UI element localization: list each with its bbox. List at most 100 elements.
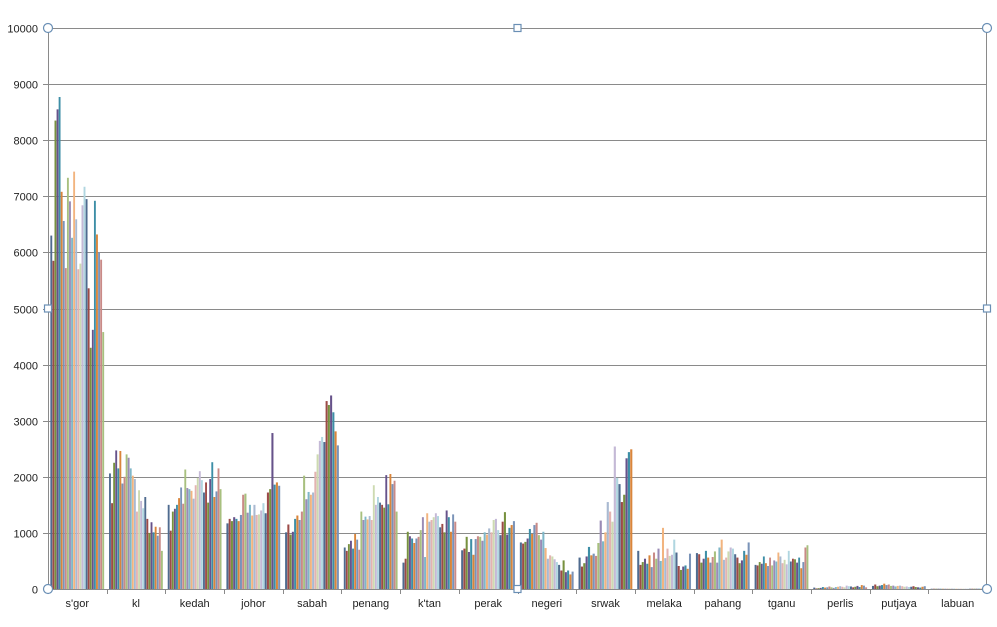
category-label: perlis <box>827 598 854 610</box>
bar <box>109 473 111 589</box>
bar <box>583 563 586 589</box>
bar <box>773 560 776 589</box>
bar <box>506 534 509 589</box>
resize-handle-side[interactable] <box>513 23 522 33</box>
bar <box>819 587 822 589</box>
bar <box>767 566 769 589</box>
bar <box>200 480 203 589</box>
bar <box>52 260 55 589</box>
bar <box>585 556 588 589</box>
bar <box>611 521 614 589</box>
bar <box>623 494 626 589</box>
bar <box>627 452 630 589</box>
bar <box>896 585 899 589</box>
bar <box>889 585 893 589</box>
y-tick-label: 6000 <box>14 248 38 260</box>
bar <box>783 559 786 589</box>
resize-handle-side[interactable] <box>513 584 522 594</box>
bar <box>856 585 859 589</box>
chart-area[interactable]: 0 1000 2000 3000 4000 5000 6000 7000 8000 9000 100… <box>0 0 997 627</box>
bar <box>273 484 276 589</box>
resize-handle-corner[interactable] <box>981 583 993 595</box>
bar <box>123 476 126 589</box>
category-label: penang <box>352 598 389 610</box>
bar <box>898 585 902 589</box>
bar <box>186 488 189 589</box>
bar <box>381 504 384 589</box>
resize-handle-corner[interactable] <box>42 583 54 595</box>
y-tick-label: 1000 <box>14 529 38 541</box>
bar <box>722 559 725 589</box>
resize-handle-corner[interactable] <box>981 22 993 34</box>
bar <box>441 523 444 589</box>
bar <box>512 521 515 589</box>
bar <box>251 515 254 589</box>
y-tick-label: 9000 <box>14 80 38 92</box>
bar <box>171 511 174 589</box>
bar <box>296 515 299 589</box>
bar <box>219 489 222 589</box>
bar <box>275 482 278 589</box>
bar <box>402 562 405 589</box>
bar <box>673 539 676 589</box>
bar <box>738 563 741 589</box>
bar <box>664 558 667 589</box>
bar <box>377 497 379 589</box>
bar <box>176 504 178 589</box>
bar <box>421 517 424 589</box>
bar <box>679 569 683 589</box>
category-label: johor <box>240 598 266 610</box>
bar <box>372 485 375 589</box>
resize-handle-corner[interactable] <box>42 22 54 34</box>
category-label: kl <box>132 598 140 610</box>
bar <box>211 462 214 589</box>
bar-chart[interactable]: 0 1000 2000 3000 4000 5000 6000 7000 8000 9000 100… <box>0 0 997 627</box>
bar <box>604 532 607 589</box>
y-tick-label: 3000 <box>14 417 38 429</box>
bar <box>298 520 301 589</box>
resize-handle-side[interactable] <box>43 304 53 313</box>
bar <box>769 557 772 589</box>
bar <box>497 530 500 589</box>
bar <box>702 558 705 589</box>
bar <box>871 585 875 589</box>
bar <box>720 539 723 589</box>
bar <box>334 431 337 589</box>
resize-handle-side[interactable] <box>982 304 992 313</box>
bar <box>154 526 157 589</box>
bar <box>345 550 348 589</box>
bar <box>567 570 570 589</box>
bar <box>613 446 616 589</box>
bar <box>85 199 88 590</box>
bar <box>824 587 827 589</box>
bar <box>599 520 602 589</box>
bar <box>551 556 554 589</box>
bar <box>798 557 801 589</box>
bar <box>874 584 877 589</box>
bar <box>832 587 835 589</box>
bar <box>188 489 191 589</box>
category-label: pahang <box>705 598 742 610</box>
bar <box>711 557 714 589</box>
bar <box>136 511 138 589</box>
bar <box>905 586 908 589</box>
bar <box>481 540 484 589</box>
bar <box>167 504 170 589</box>
bar <box>237 521 240 589</box>
bar <box>652 552 656 589</box>
bar <box>447 517 450 589</box>
bar <box>625 458 628 589</box>
bar <box>670 554 674 589</box>
bar <box>845 585 848 589</box>
bar <box>666 548 669 589</box>
bar <box>239 514 242 589</box>
bar <box>542 531 545 589</box>
bar <box>698 554 701 589</box>
bar <box>347 544 350 589</box>
category-label: perak <box>474 598 502 610</box>
bar <box>540 539 543 589</box>
bar <box>616 477 619 589</box>
bar <box>461 550 464 589</box>
bar <box>196 477 199 589</box>
bar <box>262 503 265 589</box>
